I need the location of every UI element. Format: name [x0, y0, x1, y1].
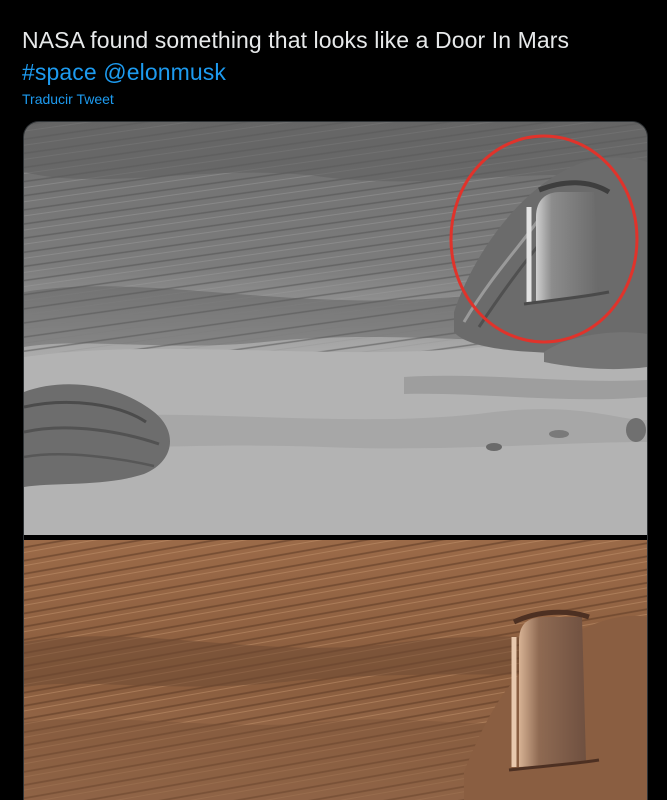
mention-link[interactable]: @elonmusk: [103, 59, 226, 85]
top-photo: [24, 122, 647, 535]
tweet-media[interactable]: [23, 121, 648, 800]
hashtag-link[interactable]: #space: [22, 59, 97, 85]
tweet-text-line-1: NASA found something that looks like a D…: [22, 27, 570, 53]
media-svg: [24, 122, 647, 800]
translate-tweet-link[interactable]: Traducir Tweet: [22, 91, 114, 107]
tweet-text: NASA found something that looks like a D…: [22, 24, 652, 88]
bottom-photo: [24, 540, 647, 800]
tweet-card: NASA found something that looks like a D…: [0, 0, 667, 800]
tweet-text-line-2: #space @elonmusk: [22, 56, 652, 88]
